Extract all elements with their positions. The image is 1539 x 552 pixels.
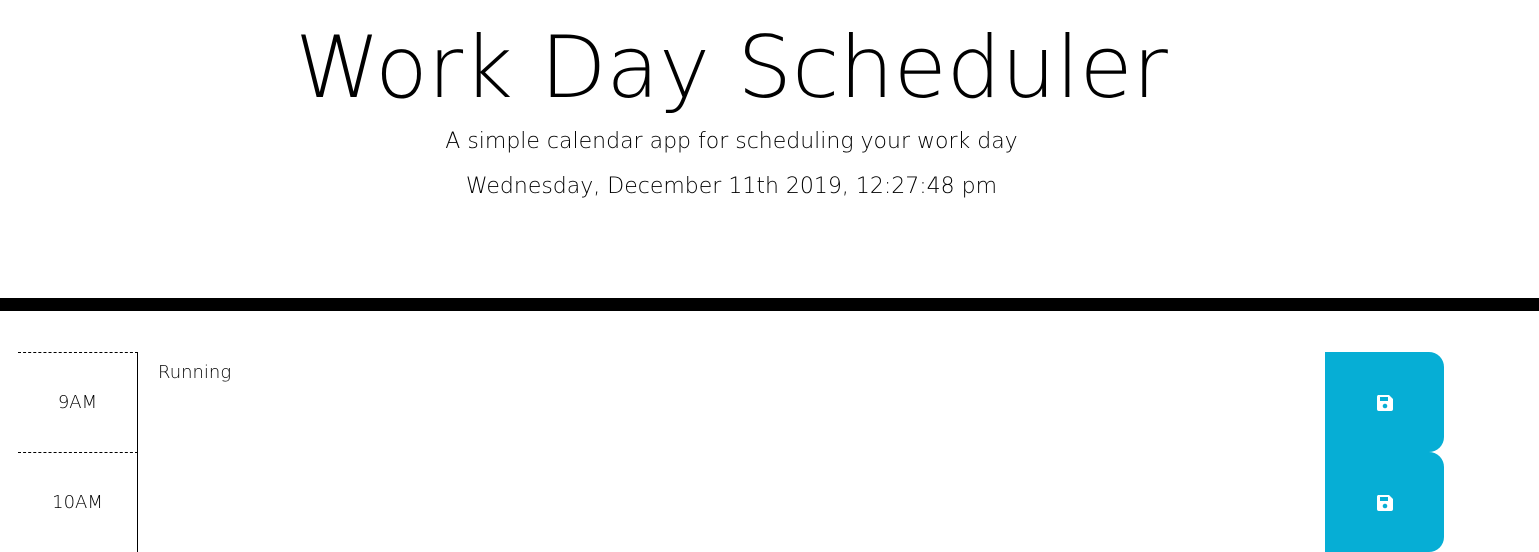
save-button[interactable] <box>1325 452 1444 552</box>
header-divider <box>0 298 1539 311</box>
time-block-9am: 9AM Running <box>18 352 1444 452</box>
jumbotron-header: Work Day Scheduler A simple calendar app… <box>0 0 1463 298</box>
description-input[interactable]: Running <box>138 352 1325 452</box>
save-icon <box>1376 494 1394 512</box>
time-block-10am: 10AM <box>18 452 1444 552</box>
hour-label: 9AM <box>18 352 138 452</box>
hour-label: 10AM <box>18 452 138 552</box>
description-input[interactable] <box>138 452 1325 552</box>
save-icon <box>1376 394 1394 412</box>
page-subtitle: A simple calendar app for scheduling you… <box>445 129 1018 154</box>
save-button[interactable] <box>1325 352 1444 452</box>
current-day: Wednesday, December 11th 2019, 12:27:48 … <box>465 174 998 199</box>
page-title: Work Day Scheduler <box>295 18 1168 118</box>
